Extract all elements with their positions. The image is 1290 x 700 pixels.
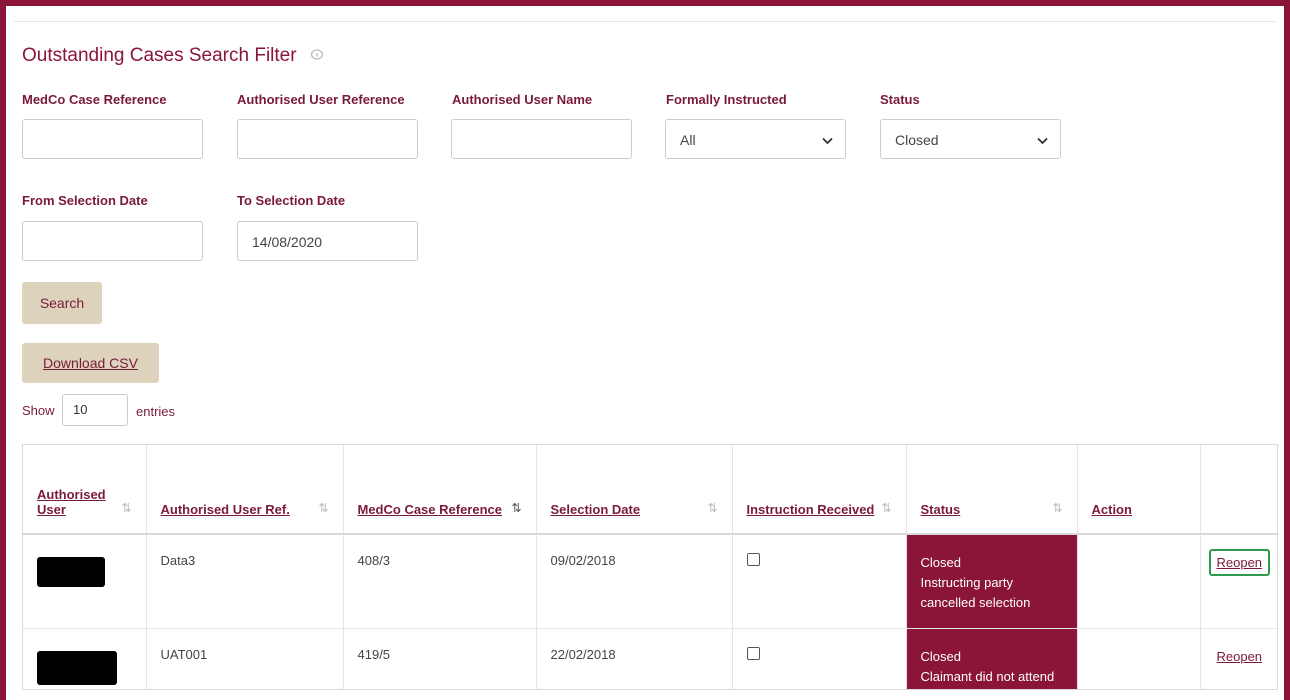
column-header-label: Status bbox=[920, 502, 961, 517]
cell-authorised-user-ref: UAT001 bbox=[146, 628, 344, 689]
sort-icon: ⇅ bbox=[1052, 501, 1063, 515]
cell-status: Closed Instructing party cancelled selec… bbox=[906, 534, 1078, 629]
column-header-empty bbox=[1200, 445, 1277, 535]
search-button[interactable]: Search bbox=[22, 282, 102, 324]
chevron-down-icon bbox=[822, 120, 833, 160]
status-line-1: Closed bbox=[920, 649, 961, 664]
table-row: Data3 408/3 09/02/2018 Closed Instructin… bbox=[23, 534, 1277, 629]
status-select[interactable]: Closed bbox=[880, 119, 1061, 159]
column-header-status[interactable]: Status ⇅ bbox=[906, 445, 1078, 535]
formally-instructed-label: Formally Instructed bbox=[666, 92, 787, 107]
formally-instructed-select[interactable]: All bbox=[665, 119, 846, 159]
cell-status: Closed Claimant did not attend bbox=[906, 628, 1078, 689]
cell-action bbox=[1077, 534, 1201, 629]
sort-icon: ⇅ bbox=[318, 501, 329, 515]
status-value: Closed bbox=[895, 132, 939, 148]
cell-medco-case-reference: 408/3 bbox=[343, 534, 537, 629]
column-header-label: Action bbox=[1091, 502, 1132, 517]
download-csv-button[interactable]: Download CSV bbox=[22, 343, 159, 383]
chevron-down-icon bbox=[1037, 120, 1048, 160]
from-selection-date-label: From Selection Date bbox=[22, 193, 148, 208]
authorised-user-reference-label: Authorised User Reference bbox=[237, 92, 405, 107]
status-line-1: Closed bbox=[920, 555, 961, 570]
authorised-user-reference-input[interactable] bbox=[237, 119, 418, 159]
authorised-user-name-input[interactable] bbox=[451, 119, 632, 159]
from-selection-date-input[interactable] bbox=[22, 221, 203, 261]
sort-icon: ⇅ bbox=[881, 501, 892, 515]
sort-icon: ⇅ bbox=[707, 501, 718, 515]
formally-instructed-value: All bbox=[680, 132, 696, 148]
entries-length-input[interactable]: 10 bbox=[62, 394, 128, 426]
medco-case-reference-input[interactable] bbox=[22, 119, 203, 159]
sort-ascending-icon: ⇅ bbox=[511, 501, 522, 515]
column-header-authorised-user-ref[interactable]: Authorised User Ref. ⇅ bbox=[146, 445, 344, 535]
cell-selection-date: 09/02/2018 bbox=[536, 534, 733, 629]
reopen-link[interactable]: Reopen bbox=[1208, 549, 1271, 576]
divider bbox=[14, 21, 1276, 22]
reopen-link[interactable]: Reopen bbox=[1209, 643, 1271, 670]
to-selection-date-label: To Selection Date bbox=[237, 193, 346, 208]
sort-icon: ⇅ bbox=[121, 501, 132, 515]
status-label: Status bbox=[880, 92, 920, 107]
medco-case-reference-label: MedCo Case Reference bbox=[22, 92, 167, 107]
cell-action bbox=[1077, 628, 1201, 689]
column-header-medco-case-reference[interactable]: MedCo Case Reference ⇅ bbox=[343, 445, 537, 535]
instruction-received-checkbox[interactable] bbox=[746, 553, 760, 566]
info-icon[interactable] bbox=[310, 45, 324, 67]
page-title-text: Outstanding Cases Search Filter bbox=[22, 45, 297, 67]
entries-label: entries bbox=[136, 404, 176, 419]
column-header-action[interactable]: Action bbox=[1077, 445, 1201, 535]
status-line-2: Instructing party cancelled selection bbox=[920, 575, 1031, 610]
column-header-label: Authorised User bbox=[37, 487, 106, 517]
status-line-2: Claimant did not attend bbox=[920, 669, 1055, 684]
redacted-user bbox=[37, 557, 105, 587]
redacted-user bbox=[37, 651, 117, 685]
column-header-label: MedCo Case Reference bbox=[357, 502, 503, 517]
cell-selection-date: 22/02/2018 bbox=[536, 628, 733, 689]
cell-medco-case-reference: 419/5 bbox=[343, 628, 537, 689]
column-header-label: Selection Date bbox=[550, 502, 641, 517]
table-row: UAT001 419/5 22/02/2018 Closed Claimant … bbox=[23, 628, 1277, 689]
column-header-instruction-received[interactable]: Instruction Received ⇅ bbox=[732, 445, 907, 535]
column-header-label: Instruction Received bbox=[746, 502, 875, 517]
cases-table: Authorised User ⇅ Authorised User Ref. ⇅ M… bbox=[22, 444, 1278, 690]
to-selection-date-input[interactable]: 14/08/2020 bbox=[237, 221, 418, 261]
column-header-selection-date[interactable]: Selection Date ⇅ bbox=[536, 445, 733, 535]
column-header-label: Authorised User Ref. bbox=[160, 502, 290, 517]
instruction-received-checkbox[interactable] bbox=[746, 647, 760, 660]
page-title: Outstanding Cases Search Filter bbox=[22, 45, 324, 67]
cell-authorised-user-ref: Data3 bbox=[146, 534, 344, 629]
column-header-authorised-user[interactable]: Authorised User ⇅ bbox=[23, 445, 147, 535]
authorised-user-name-label: Authorised User Name bbox=[452, 92, 593, 107]
show-label: Show bbox=[22, 403, 55, 418]
